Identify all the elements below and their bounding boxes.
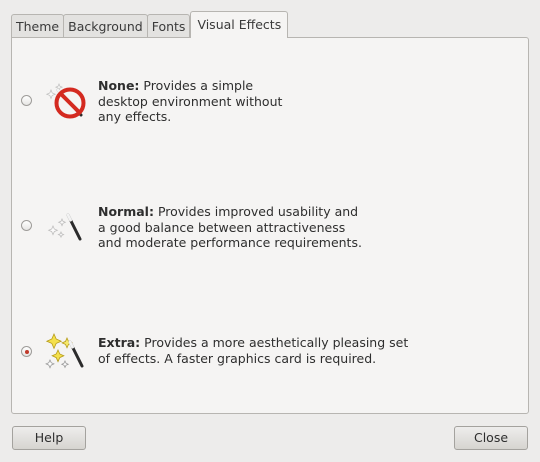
option-extra: Extra: Provides a more aesthetically ple… [12,329,528,399]
close-button[interactable]: Close [454,426,528,450]
tab-bar: Theme Background Fonts Visual Effects [11,11,289,40]
help-button[interactable]: Help [12,426,86,450]
radio-none[interactable] [21,95,32,106]
option-none-line-1: Provides a simple [143,78,254,93]
option-normal-line-1: Provides improved usability and [157,204,359,219]
option-none-description: None: Provides a simple desktop environm… [98,78,282,125]
magic-wand-icon [47,213,82,241]
option-extra-description: Extra: Provides a more aesthetically ple… [98,335,408,366]
radio-extra[interactable] [21,346,32,357]
no-effects-icon [45,82,86,119]
tab-background[interactable]: Background [63,14,148,38]
visual-effects-panel: None: Provides a simple desktop environm… [11,37,529,414]
option-normal-line-3: and moderate performance requirements. [98,235,362,250]
option-extra-title: Extra: [98,335,141,350]
sparkle-wand-icon [45,333,84,369]
option-none: None: Provides a simple desktop environm… [12,72,528,142]
option-normal: Normal: Provides improved usability and … [12,198,528,268]
radio-normal[interactable] [21,220,32,231]
option-none-line-3: any effects. [98,109,172,124]
option-normal-description: Normal: Provides improved usability and … [98,204,362,251]
option-extra-line-1: Provides a more aesthetically pleasing s… [144,335,409,350]
tab-fonts[interactable]: Fonts [146,14,191,38]
option-none-title: None: [98,78,140,93]
tab-visual-effects[interactable]: Visual Effects [190,11,289,40]
option-none-line-2: desktop environment without [98,93,283,109]
tab-theme[interactable]: Theme [11,14,65,38]
option-normal-title: Normal: [98,204,154,219]
option-normal-line-2: a good balance between attractiveness [98,219,346,235]
option-extra-line-2: of effects. A faster graphics card is re… [98,350,377,366]
